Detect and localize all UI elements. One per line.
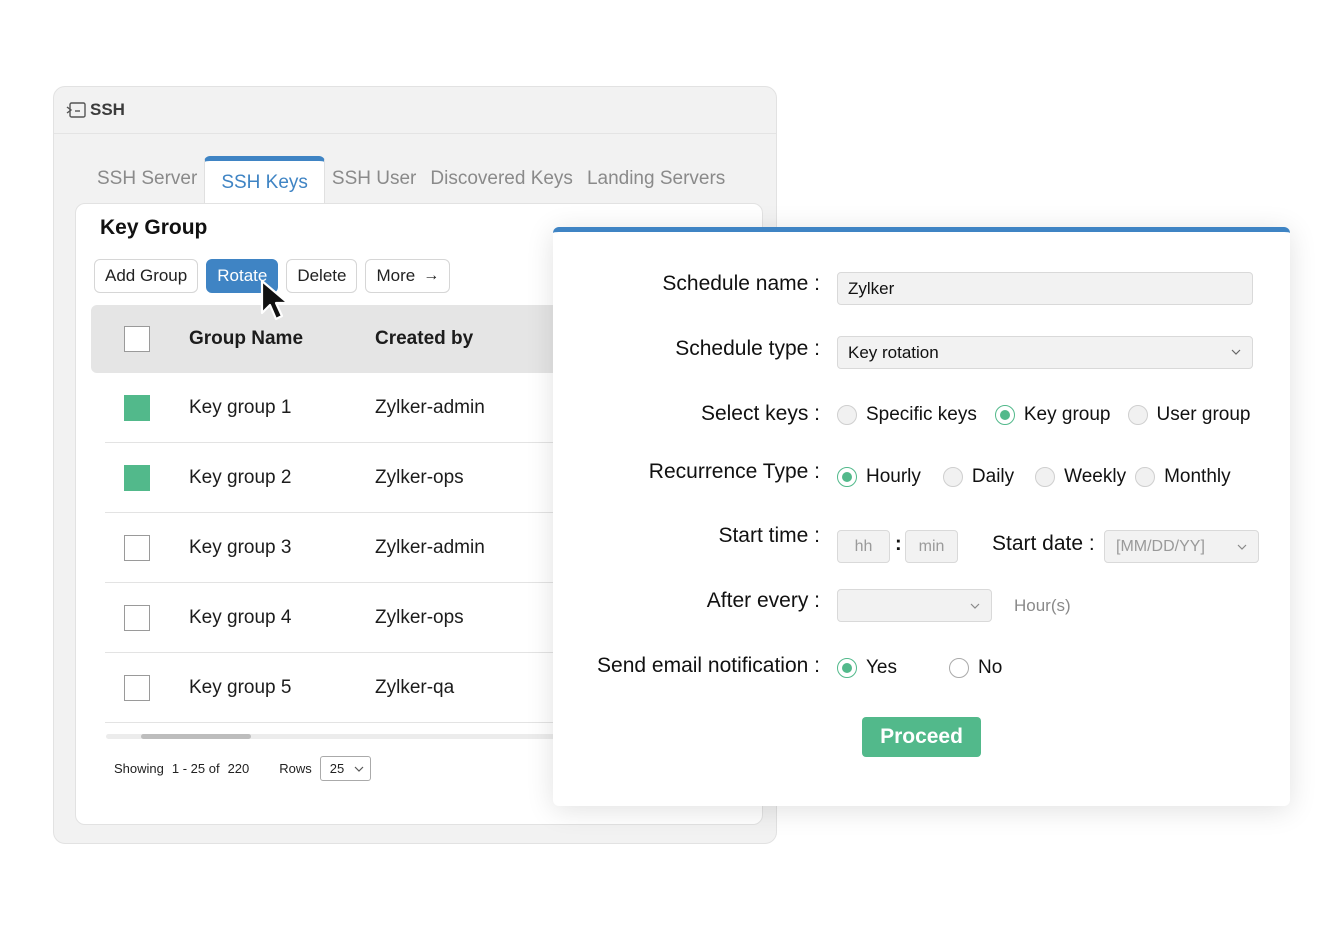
mouse-pointer-icon: [260, 279, 290, 321]
created-by-cell: Zylker-qa: [375, 677, 455, 698]
radio-user-group[interactable]: User group: [1127, 404, 1251, 426]
radio-label: Weekly: [1064, 466, 1127, 487]
radio-label: Yes: [866, 657, 897, 678]
scrollbar-thumb[interactable]: [141, 734, 251, 739]
radio-weekly[interactable]: Weekly: [1035, 466, 1126, 488]
schedule-type-select[interactable]: Key rotation: [837, 336, 1253, 369]
radio-circle: [1035, 467, 1056, 487]
radio-label: No: [978, 657, 1003, 678]
start-date-picker[interactable]: [MM/DD/YY]: [1104, 530, 1259, 563]
window-header: SSH: [54, 87, 776, 134]
schedule-type-label: Schedule type :: [675, 337, 820, 360]
after-every-select[interactable]: [837, 589, 992, 622]
delete-button[interactable]: Delete: [286, 259, 358, 293]
radio-label: Daily: [971, 466, 1015, 487]
created-by-cell: Zylker-ops: [375, 607, 464, 628]
rows-per-page-select[interactable]: 25: [319, 756, 371, 781]
panel-title: Key Group: [100, 216, 208, 239]
schedule-dialog: Schedule name : Zylker Schedule type : K…: [553, 227, 1290, 806]
radio-circle: [837, 405, 857, 425]
radio-circle-selected: [994, 405, 1015, 425]
radio-daily[interactable]: Daily: [942, 466, 1015, 488]
radio-no[interactable]: No: [949, 657, 1002, 679]
radio-circle: [942, 467, 963, 487]
radio-label: Hourly: [866, 466, 921, 487]
radio-monthly[interactable]: Monthly: [1135, 466, 1231, 488]
start-time-label: Start time :: [718, 524, 820, 547]
created-by-cell: Zylker-ops: [375, 467, 464, 488]
more-button-label: More: [376, 266, 416, 285]
schedule-name-label: Schedule name :: [662, 272, 820, 295]
radio-circle: [949, 658, 969, 678]
email-notification-label: Send email notification :: [597, 654, 820, 677]
chevron-down-icon: [970, 603, 980, 609]
created-by-cell: Zylker-admin: [375, 537, 485, 558]
created-by-cell: Zylker-admin: [375, 397, 485, 418]
email-notification-radio-group: Yes No: [837, 657, 1002, 679]
schedule-type-value: Key rotation: [848, 342, 939, 362]
time-separator: :: [895, 533, 902, 555]
tab-discovered-keys[interactable]: Discovered Keys: [423, 155, 580, 203]
select-all-checkbox[interactable]: [124, 326, 150, 352]
column-header-group-name: Group Name: [189, 328, 304, 349]
tab-ssh-user[interactable]: SSH User: [325, 155, 423, 203]
hour-input[interactable]: hh: [837, 530, 890, 563]
radio-yes[interactable]: Yes: [837, 657, 897, 679]
tab-ssh-keys[interactable]: SSH Keys: [204, 156, 325, 204]
row-checkbox[interactable]: [124, 605, 150, 631]
group-name-cell: Key group 3: [189, 537, 292, 558]
row-checkbox[interactable]: [124, 675, 150, 701]
radio-circle: [1127, 405, 1148, 425]
radio-label: Monthly: [1164, 466, 1231, 487]
column-header-created-by: Created by: [375, 328, 474, 349]
group-name-cell: Key group 1: [189, 397, 292, 418]
tab-ssh-server[interactable]: SSH Server: [90, 155, 204, 203]
start-date-label: Start date :: [992, 532, 1095, 555]
radio-circle-selected: [837, 467, 857, 487]
chevron-down-icon: [354, 766, 364, 772]
radio-label: User group: [1156, 404, 1251, 425]
recurrence-type-label: Recurrence Type :: [648, 460, 820, 483]
select-keys-label: Select keys :: [700, 402, 820, 425]
showing-total: 220: [227, 761, 250, 776]
more-button[interactable]: More →: [365, 259, 451, 293]
pagination: Showing 1 - 25 of 220 Rows 25: [114, 756, 371, 781]
rows-per-page-value: 25: [329, 761, 345, 776]
row-checkbox[interactable]: [124, 395, 150, 421]
after-every-unit: Hour(s): [1014, 596, 1071, 615]
terminal-icon: [66, 102, 86, 118]
radio-specific-keys[interactable]: Specific keys: [837, 404, 977, 426]
add-group-button[interactable]: Add Group: [94, 259, 199, 293]
proceed-button[interactable]: Proceed: [862, 717, 981, 757]
window-title: SSH: [90, 100, 125, 119]
group-name-cell: Key group 5: [189, 677, 292, 698]
radio-label: Specific keys: [866, 404, 977, 425]
showing-range: 1 - 25 of: [171, 761, 220, 776]
tab-bar: SSH Server SSH Keys SSH User Discovered …: [90, 155, 732, 204]
radio-hourly[interactable]: Hourly: [837, 466, 921, 488]
radio-label: Key group: [1023, 404, 1111, 425]
radio-circle-selected: [837, 658, 857, 678]
recurrence-radio-group: Hourly Daily Weekly Monthly: [837, 466, 1231, 488]
arrow-right-icon: →: [423, 267, 440, 284]
radio-key-group[interactable]: Key group: [994, 404, 1111, 426]
group-name-cell: Key group 4: [189, 607, 292, 628]
schedule-name-input[interactable]: Zylker: [837, 272, 1253, 305]
minute-input[interactable]: min: [905, 530, 958, 563]
after-every-label: After every :: [706, 589, 820, 612]
start-date-placeholder: [MM/DD/YY]: [1116, 537, 1205, 555]
select-keys-radio-group: Specific keys Key group User group: [837, 404, 1251, 426]
radio-circle: [1135, 467, 1156, 487]
row-checkbox[interactable]: [124, 465, 150, 491]
tab-landing-servers[interactable]: Landing Servers: [580, 155, 732, 203]
group-name-cell: Key group 2: [189, 467, 292, 488]
rows-label: Rows: [279, 761, 312, 776]
row-checkbox[interactable]: [124, 535, 150, 561]
chevron-down-icon: [1231, 349, 1241, 355]
showing-label: Showing: [114, 761, 164, 776]
chevron-down-icon: [1237, 544, 1247, 550]
